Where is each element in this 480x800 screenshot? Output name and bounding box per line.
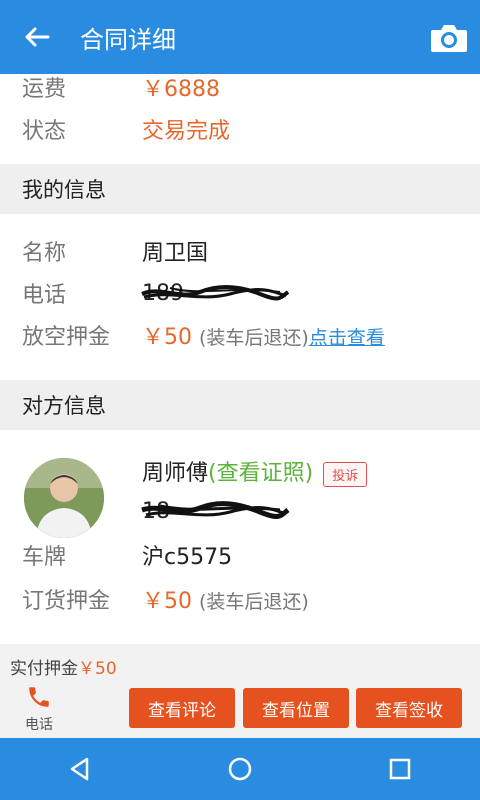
order-deposit-value: ￥50 <box>142 589 192 614</box>
my-info-header: 我的信息 <box>0 164 480 214</box>
order-deposit-label: 订货押金 <box>22 589 111 614</box>
camera-icon <box>431 25 467 52</box>
bottom-action-bar: 实付押金￥50 电话 查看评论 查看位置 查看签收 <box>0 644 480 738</box>
redaction-scribble-icon <box>141 501 290 519</box>
plate-label: 车牌 <box>22 545 67 570</box>
phone-label: 电话 <box>22 283 67 308</box>
other-info-header: 对方信息 <box>0 380 480 430</box>
other-info-card: 周师傅(查看证照) 投诉 18 车牌 沪c5575 订货押金 ￥50 (装车后退还… <box>0 430 480 644</box>
complain-button[interactable]: 投诉 <box>323 461 368 487</box>
system-nav-bar <box>0 738 480 800</box>
order-deposit-note: (装车后退还) <box>199 591 309 613</box>
call-button[interactable]: 电话 <box>14 684 64 734</box>
nav-recents-button[interactable] <box>380 749 420 789</box>
paid-deposit-value: ￥50 <box>78 659 117 679</box>
view-reviews-button[interactable]: 查看评论 <box>129 688 235 728</box>
call-label: 电话 <box>25 717 53 733</box>
view-location-button[interactable]: 查看位置 <box>243 688 349 728</box>
contract-detail-content[interactable]: 运费 ￥6888 状态 交易完成 我的信息 名称 周卫国 电话 189 放空押金… <box>0 74 480 644</box>
nav-back-button[interactable] <box>60 749 100 789</box>
circle-home-icon <box>228 757 252 781</box>
empty-deposit-value: ￥50 <box>142 325 192 350</box>
back-button[interactable] <box>0 0 74 74</box>
plate-value: 沪c5575 <box>142 545 233 570</box>
redaction-scribble-icon <box>141 285 290 301</box>
status-label: 状态 <box>22 119 67 144</box>
view-certificate-link[interactable]: (查看证照) <box>208 461 313 486</box>
paid-deposit-label: 实付押金 <box>10 659 78 679</box>
arrow-left-icon <box>25 27 50 47</box>
driver-name: 周师傅 <box>142 461 209 486</box>
paid-deposit: 实付押金￥50 <box>10 654 117 679</box>
empty-deposit-note: (装车后退还) <box>199 327 309 349</box>
empty-deposit-label: 放空押金 <box>22 325 111 350</box>
status-value: 交易完成 <box>142 119 231 144</box>
triangle-back-icon <box>70 757 89 781</box>
name-label: 名称 <box>22 241 67 266</box>
nav-home-button[interactable] <box>220 749 260 789</box>
phone-icon <box>29 687 49 707</box>
app-bar: 合同详细 <box>0 0 480 74</box>
freight-label: 运费 <box>22 77 67 102</box>
view-signature-button[interactable]: 查看签收 <box>356 688 462 728</box>
page-title: 合同详细 <box>80 25 176 54</box>
square-recents-icon <box>389 758 411 780</box>
name-value: 周卫国 <box>142 241 209 266</box>
camera-button[interactable] <box>428 18 470 58</box>
freight-value: ￥6888 <box>142 77 220 102</box>
summary-card: 运费 ￥6888 状态 交易完成 <box>0 74 480 164</box>
view-deposit-link[interactable]: 点击查看 <box>309 327 385 349</box>
my-info-card: 名称 周卫国 电话 189 放空押金 ￥50 (装车后退还)点击查看 <box>0 214 480 380</box>
